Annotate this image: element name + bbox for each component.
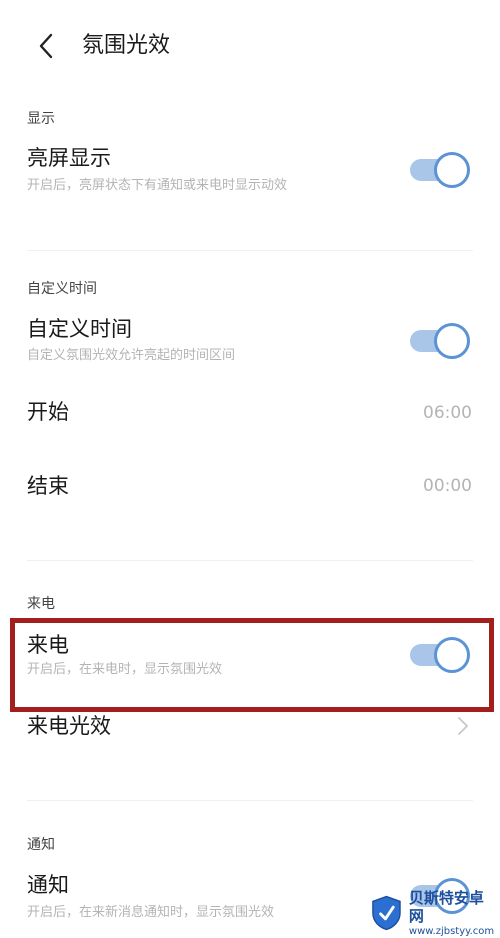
custom-time-subtitle: 自定义氛围光效允许亮起的时间区间 xyxy=(27,348,236,363)
chevron-right-icon xyxy=(458,717,468,735)
watermark-name: 贝斯特安卓网 xyxy=(408,888,484,925)
divider xyxy=(27,800,473,801)
custom-time-toggle[interactable] xyxy=(410,323,470,359)
incoming-call-title: 来电 xyxy=(27,633,69,657)
section-header-incoming-call: 来电 xyxy=(27,596,55,612)
incoming-call-toggle[interactable] xyxy=(410,637,470,673)
section-header-display: 显示 xyxy=(27,111,55,127)
divider xyxy=(27,560,473,561)
end-time-value: 00:00 xyxy=(423,476,472,496)
chevron-left-icon xyxy=(39,33,53,59)
start-time-value: 06:00 xyxy=(423,403,472,423)
notification-title: 通知 xyxy=(27,873,69,897)
watermark: 贝斯特安卓网 www.zjbstyy.com xyxy=(370,888,496,937)
watermark-url: www.zjbstyy.com xyxy=(408,925,495,937)
screen-on-display-subtitle: 开启后，亮屏状态下有通知或来电时显示动效 xyxy=(27,178,288,193)
incoming-call-effect-title: 来电光效 xyxy=(27,714,111,738)
section-header-custom-time: 自定义时间 xyxy=(27,281,97,297)
divider xyxy=(27,250,473,251)
notification-subtitle: 开启后，在来新消息通知时，显示氛围光效 xyxy=(27,905,275,920)
section-header-notification: 通知 xyxy=(27,837,55,853)
incoming-call-subtitle: 开启后，在来电时，显示氛围光效 xyxy=(27,662,223,677)
end-time-label: 结束 xyxy=(27,474,69,498)
screen-on-display-toggle[interactable] xyxy=(410,152,470,188)
start-time-label: 开始 xyxy=(27,400,69,424)
back-button[interactable] xyxy=(26,26,66,66)
screen-on-display-title: 亮屏显示 xyxy=(27,146,111,170)
custom-time-title: 自定义时间 xyxy=(27,317,132,341)
shield-logo-icon xyxy=(372,895,401,931)
page-title: 氛围光效 xyxy=(82,33,171,58)
